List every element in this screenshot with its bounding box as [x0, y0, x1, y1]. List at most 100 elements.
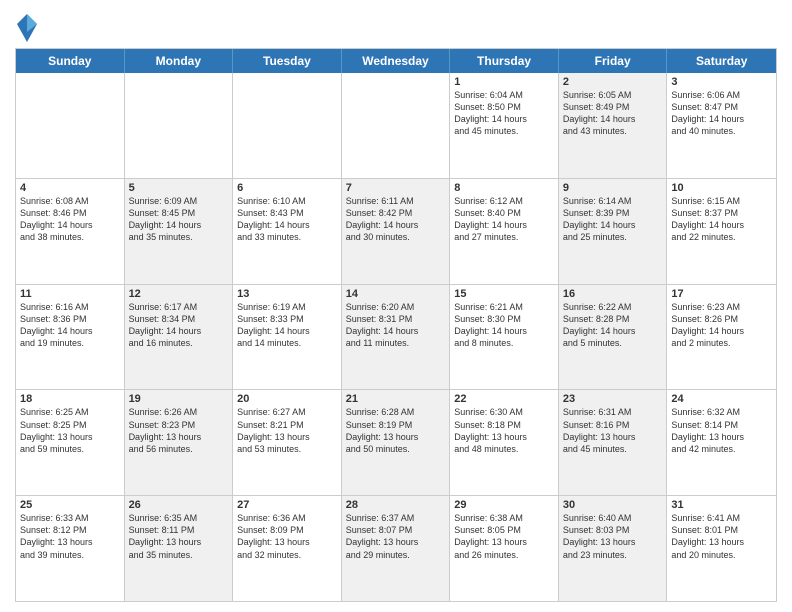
calendar-cell-22: 22Sunrise: 6:30 AM Sunset: 8:18 PM Dayli… [450, 390, 559, 495]
calendar-cell-31: 31Sunrise: 6:41 AM Sunset: 8:01 PM Dayli… [667, 496, 776, 601]
calendar-cell-2: 2Sunrise: 6:05 AM Sunset: 8:49 PM Daylig… [559, 73, 668, 178]
calendar-cell-13: 13Sunrise: 6:19 AM Sunset: 8:33 PM Dayli… [233, 285, 342, 390]
calendar-cell-5: 5Sunrise: 6:09 AM Sunset: 8:45 PM Daylig… [125, 179, 234, 284]
day-number: 9 [563, 182, 663, 194]
calendar-row-4: 25Sunrise: 6:33 AM Sunset: 8:12 PM Dayli… [16, 496, 776, 601]
header-cell-thursday: Thursday [450, 49, 559, 73]
logo-icon [17, 14, 37, 42]
calendar-cell-12: 12Sunrise: 6:17 AM Sunset: 8:34 PM Dayli… [125, 285, 234, 390]
day-detail: Sunrise: 6:12 AM Sunset: 8:40 PM Dayligh… [454, 195, 554, 244]
calendar-cell-8: 8Sunrise: 6:12 AM Sunset: 8:40 PM Daylig… [450, 179, 559, 284]
day-detail: Sunrise: 6:26 AM Sunset: 8:23 PM Dayligh… [129, 406, 229, 455]
calendar-cell-empty-0-2 [233, 73, 342, 178]
day-number: 18 [20, 393, 120, 405]
calendar-cell-15: 15Sunrise: 6:21 AM Sunset: 8:30 PM Dayli… [450, 285, 559, 390]
day-detail: Sunrise: 6:31 AM Sunset: 8:16 PM Dayligh… [563, 406, 663, 455]
day-number: 22 [454, 393, 554, 405]
calendar-cell-3: 3Sunrise: 6:06 AM Sunset: 8:47 PM Daylig… [667, 73, 776, 178]
day-detail: Sunrise: 6:16 AM Sunset: 8:36 PM Dayligh… [20, 301, 120, 350]
day-detail: Sunrise: 6:32 AM Sunset: 8:14 PM Dayligh… [671, 406, 772, 455]
calendar-cell-1: 1Sunrise: 6:04 AM Sunset: 8:50 PM Daylig… [450, 73, 559, 178]
header-cell-friday: Friday [559, 49, 668, 73]
calendar-cell-19: 19Sunrise: 6:26 AM Sunset: 8:23 PM Dayli… [125, 390, 234, 495]
header-cell-tuesday: Tuesday [233, 49, 342, 73]
page: SundayMondayTuesdayWednesdayThursdayFrid… [0, 0, 792, 612]
day-number: 14 [346, 288, 446, 300]
day-detail: Sunrise: 6:14 AM Sunset: 8:39 PM Dayligh… [563, 195, 663, 244]
calendar-cell-30: 30Sunrise: 6:40 AM Sunset: 8:03 PM Dayli… [559, 496, 668, 601]
calendar-cell-23: 23Sunrise: 6:31 AM Sunset: 8:16 PM Dayli… [559, 390, 668, 495]
day-number: 28 [346, 499, 446, 511]
calendar-cell-26: 26Sunrise: 6:35 AM Sunset: 8:11 PM Dayli… [125, 496, 234, 601]
calendar-header-row: SundayMondayTuesdayWednesdayThursdayFrid… [16, 49, 776, 73]
calendar-cell-20: 20Sunrise: 6:27 AM Sunset: 8:21 PM Dayli… [233, 390, 342, 495]
day-number: 27 [237, 499, 337, 511]
header-cell-saturday: Saturday [667, 49, 776, 73]
day-number: 26 [129, 499, 229, 511]
day-detail: Sunrise: 6:37 AM Sunset: 8:07 PM Dayligh… [346, 512, 446, 561]
calendar-cell-25: 25Sunrise: 6:33 AM Sunset: 8:12 PM Dayli… [16, 496, 125, 601]
day-detail: Sunrise: 6:30 AM Sunset: 8:18 PM Dayligh… [454, 406, 554, 455]
calendar-row-3: 18Sunrise: 6:25 AM Sunset: 8:25 PM Dayli… [16, 390, 776, 496]
day-number: 12 [129, 288, 229, 300]
day-number: 21 [346, 393, 446, 405]
day-number: 1 [454, 76, 554, 88]
day-detail: Sunrise: 6:06 AM Sunset: 8:47 PM Dayligh… [671, 89, 772, 138]
calendar-row-0: 1Sunrise: 6:04 AM Sunset: 8:50 PM Daylig… [16, 73, 776, 179]
calendar-cell-4: 4Sunrise: 6:08 AM Sunset: 8:46 PM Daylig… [16, 179, 125, 284]
calendar-cell-9: 9Sunrise: 6:14 AM Sunset: 8:39 PM Daylig… [559, 179, 668, 284]
day-number: 5 [129, 182, 229, 194]
logo [15, 14, 43, 42]
day-number: 16 [563, 288, 663, 300]
calendar-cell-empty-0-1 [125, 73, 234, 178]
day-number: 13 [237, 288, 337, 300]
day-number: 17 [671, 288, 772, 300]
day-number: 30 [563, 499, 663, 511]
calendar-row-2: 11Sunrise: 6:16 AM Sunset: 8:36 PM Dayli… [16, 285, 776, 391]
header-cell-monday: Monday [125, 49, 234, 73]
day-detail: Sunrise: 6:19 AM Sunset: 8:33 PM Dayligh… [237, 301, 337, 350]
day-detail: Sunrise: 6:41 AM Sunset: 8:01 PM Dayligh… [671, 512, 772, 561]
day-number: 31 [671, 499, 772, 511]
day-number: 19 [129, 393, 229, 405]
day-detail: Sunrise: 6:04 AM Sunset: 8:50 PM Dayligh… [454, 89, 554, 138]
calendar-cell-14: 14Sunrise: 6:20 AM Sunset: 8:31 PM Dayli… [342, 285, 451, 390]
day-detail: Sunrise: 6:27 AM Sunset: 8:21 PM Dayligh… [237, 406, 337, 455]
day-detail: Sunrise: 6:33 AM Sunset: 8:12 PM Dayligh… [20, 512, 120, 561]
calendar-cell-18: 18Sunrise: 6:25 AM Sunset: 8:25 PM Dayli… [16, 390, 125, 495]
day-detail: Sunrise: 6:23 AM Sunset: 8:26 PM Dayligh… [671, 301, 772, 350]
day-number: 23 [563, 393, 663, 405]
day-number: 11 [20, 288, 120, 300]
calendar-cell-empty-0-3 [342, 73, 451, 178]
day-detail: Sunrise: 6:35 AM Sunset: 8:11 PM Dayligh… [129, 512, 229, 561]
calendar-cell-11: 11Sunrise: 6:16 AM Sunset: 8:36 PM Dayli… [16, 285, 125, 390]
header-cell-sunday: Sunday [16, 49, 125, 73]
calendar-cell-27: 27Sunrise: 6:36 AM Sunset: 8:09 PM Dayli… [233, 496, 342, 601]
day-detail: Sunrise: 6:17 AM Sunset: 8:34 PM Dayligh… [129, 301, 229, 350]
day-number: 6 [237, 182, 337, 194]
day-number: 7 [346, 182, 446, 194]
day-number: 20 [237, 393, 337, 405]
calendar-cell-10: 10Sunrise: 6:15 AM Sunset: 8:37 PM Dayli… [667, 179, 776, 284]
calendar-cell-28: 28Sunrise: 6:37 AM Sunset: 8:07 PM Dayli… [342, 496, 451, 601]
calendar: SundayMondayTuesdayWednesdayThursdayFrid… [15, 48, 777, 602]
day-detail: Sunrise: 6:22 AM Sunset: 8:28 PM Dayligh… [563, 301, 663, 350]
calendar-cell-17: 17Sunrise: 6:23 AM Sunset: 8:26 PM Dayli… [667, 285, 776, 390]
day-detail: Sunrise: 6:21 AM Sunset: 8:30 PM Dayligh… [454, 301, 554, 350]
day-detail: Sunrise: 6:10 AM Sunset: 8:43 PM Dayligh… [237, 195, 337, 244]
day-detail: Sunrise: 6:09 AM Sunset: 8:45 PM Dayligh… [129, 195, 229, 244]
calendar-cell-21: 21Sunrise: 6:28 AM Sunset: 8:19 PM Dayli… [342, 390, 451, 495]
day-number: 24 [671, 393, 772, 405]
calendar-cell-7: 7Sunrise: 6:11 AM Sunset: 8:42 PM Daylig… [342, 179, 451, 284]
day-number: 15 [454, 288, 554, 300]
day-detail: Sunrise: 6:11 AM Sunset: 8:42 PM Dayligh… [346, 195, 446, 244]
calendar-cell-6: 6Sunrise: 6:10 AM Sunset: 8:43 PM Daylig… [233, 179, 342, 284]
day-number: 29 [454, 499, 554, 511]
calendar-body: 1Sunrise: 6:04 AM Sunset: 8:50 PM Daylig… [16, 73, 776, 601]
header [15, 10, 777, 42]
day-detail: Sunrise: 6:20 AM Sunset: 8:31 PM Dayligh… [346, 301, 446, 350]
header-cell-wednesday: Wednesday [342, 49, 451, 73]
day-detail: Sunrise: 6:36 AM Sunset: 8:09 PM Dayligh… [237, 512, 337, 561]
calendar-cell-empty-0-0 [16, 73, 125, 178]
calendar-cell-29: 29Sunrise: 6:38 AM Sunset: 8:05 PM Dayli… [450, 496, 559, 601]
